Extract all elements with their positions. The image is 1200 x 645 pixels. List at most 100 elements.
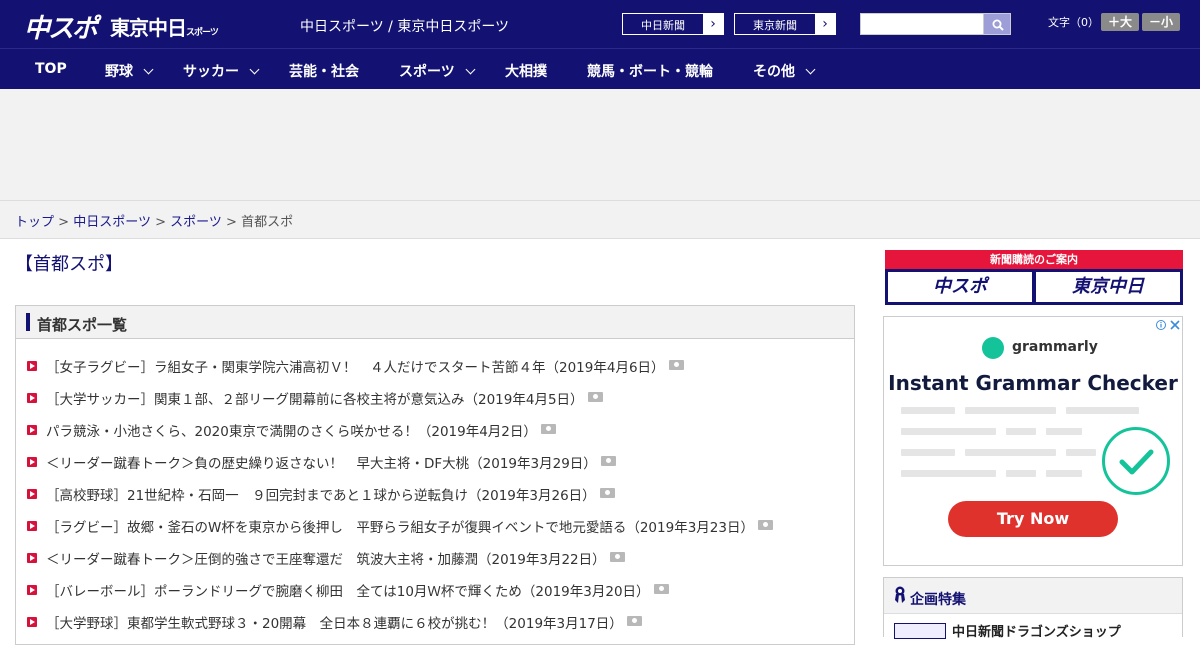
feature-box: 企画特集 中日新聞ドラゴンズショップ [883, 577, 1183, 640]
breadcrumb-current: 首都スポ [241, 215, 294, 230]
page-title: 【首都スポ】 [15, 254, 123, 275]
font-size-label: 文字（0） [1048, 16, 1099, 29]
nav-item-entertainment[interactable]: 芸能・社会 [289, 61, 359, 81]
placeholder-line [1006, 428, 1036, 435]
ad-banner-area [0, 89, 1200, 201]
placeholder-line [965, 449, 1056, 456]
arrow-bullet-icon [27, 521, 37, 531]
search-input[interactable] [860, 13, 984, 35]
top-header: 中スポ 東京中日スポーツ 中日スポーツ / 東京中日スポーツ 中日新聞 › 東京… [0, 0, 1200, 48]
camera-icon [599, 488, 615, 498]
placeholder-line [901, 428, 996, 435]
subscription-box: 新聞購読のご案内 中スポ 東京中日 [885, 250, 1183, 305]
subscribe-tokyo-chunichi-button[interactable]: 東京中日 [1036, 272, 1180, 302]
placeholder-line [901, 407, 955, 414]
breadcrumb-separator: > [155, 215, 166, 230]
camera-icon [653, 584, 669, 594]
tokyo-chunichi-logo-text: 東京中日 [110, 16, 187, 40]
nav-item-label: サッカー [183, 64, 239, 80]
camera-icon [668, 360, 684, 370]
search-button[interactable] [983, 13, 1011, 35]
arrow-bullet-icon [27, 457, 37, 467]
article-link[interactable]: ［大学サッカー］関東１部、２部リーグ開幕前に各校主将が意気込み（2019年4月5… [46, 392, 584, 408]
ad-cta-button[interactable]: Try Now [948, 501, 1118, 537]
article-link[interactable]: ［女子ラグビー］ラ組女子・関東学院六浦高初Ｖ！ ４人だけでスタート苦節４年（20… [46, 360, 665, 376]
feature-item-label: 中日新聞ドラゴンズショップ [952, 625, 1121, 640]
nav-item-soccer[interactable]: サッカー [183, 61, 260, 81]
arrow-bullet-icon [27, 617, 37, 627]
nav-item-other[interactable]: その他 [753, 61, 816, 81]
placeholder-line [901, 449, 955, 456]
nav-item-top[interactable]: TOP [35, 61, 67, 77]
chevron-right-icon: › [703, 14, 723, 34]
font-smaller-button[interactable]: －小 [1142, 13, 1180, 31]
camera-icon [540, 424, 556, 434]
placeholder-line [1066, 449, 1096, 456]
list-item[interactable]: ［大学野球］東都学生軟式野球３・20開幕 全日本８連覇に６校が挑む！（2019年… [16, 612, 854, 644]
heading-bar [26, 313, 30, 331]
arrow-bullet-icon [27, 393, 37, 403]
breadcrumb: トップ > 中日スポーツ > スポーツ > 首都スポ [15, 211, 293, 230]
breadcrumb-link-top[interactable]: トップ [15, 215, 54, 230]
article-link[interactable]: ＜リーダー蹴春トーク＞負の歴史繰り返さない！ 早大主将・DF大桃（2019年3月… [46, 456, 597, 472]
ribbon-icon [895, 586, 905, 603]
breadcrumb-separator: > [226, 215, 237, 230]
breadcrumb-bar: トップ > 中日スポーツ > スポーツ > 首都スポ [0, 201, 1200, 239]
nav-item-racing[interactable]: 競馬・ボート・競輪 [587, 61, 713, 81]
advertisement[interactable]: grammarly Instant Grammar Checker Try No… [883, 316, 1183, 566]
camera-icon [757, 520, 773, 530]
article-link[interactable]: パラ競泳・小池さくら、2020東京で満開のさくら咲かせる！（2019年4月2日） [46, 424, 537, 440]
main-nav: TOP 野球 サッカー 芸能・社会 スポーツ 大相撲 競馬・ボート・競輪 その他 [0, 48, 1200, 89]
subscription-heading: 新聞購読のご案内 [885, 250, 1183, 269]
checkmark-icon [1102, 427, 1170, 495]
article-link[interactable]: ［高校野球］21世紀枠・石岡一 ９回完封まであと１球から逆転負け（2019年3月… [46, 488, 596, 504]
ad-headline: Instant Grammar Checker [888, 371, 1178, 395]
ad-choices-icon[interactable] [1156, 319, 1180, 331]
nav-item-baseball[interactable]: 野球 [105, 61, 154, 81]
list-item[interactable]: ［バレーボール］ポーランドリーグで腕磨く柳田 全ては10月Ｗ杯で輝くため（201… [16, 580, 854, 612]
feature-title: 企画特集 [910, 592, 966, 608]
breadcrumb-link-sports[interactable]: スポーツ [170, 215, 222, 230]
nav-item-label: 大相撲 [505, 64, 547, 80]
nav-item-sumo[interactable]: 大相撲 [505, 61, 547, 81]
nav-item-label: その他 [753, 64, 795, 80]
article-list-title: 首都スポ一覧 [37, 316, 128, 334]
list-item[interactable]: パラ競泳・小池さくら、2020東京で満開のさくら咲かせる！（2019年4月2日） [16, 420, 854, 452]
camera-icon [600, 456, 616, 466]
camera-icon [609, 552, 625, 562]
breadcrumb-link-chunichi-sports[interactable]: 中日スポーツ [73, 215, 151, 230]
chevron-right-icon: › [815, 14, 835, 34]
article-link[interactable]: ＜リーダー蹴春トーク＞圧倒的強さで王座奪還だ 筑波大主将・加藤潤（2019年3月… [46, 552, 606, 568]
chevron-down-icon [249, 64, 260, 75]
placeholder-line [1046, 470, 1082, 477]
camera-icon [626, 616, 642, 626]
camera-icon [587, 392, 603, 402]
list-item[interactable]: ＜リーダー蹴春トーク＞負の歴史繰り返さない！ 早大主将・DF大桃（2019年3月… [16, 452, 854, 484]
article-link[interactable]: ［バレーボール］ポーランドリーグで腕磨く柳田 全ては10月Ｗ杯で輝くため（201… [46, 584, 650, 600]
article-link[interactable]: ［ラグビー］故郷・釜石のW杯を東京から後押し 平野らラ組女子が復興イベントで地元… [46, 520, 754, 536]
subscribe-chunichi-sports-button[interactable]: 中スポ [888, 272, 1032, 302]
list-item[interactable]: ［大学サッカー］関東１部、２部リーグ開幕前に各校主将が意気込み（2019年4月5… [16, 388, 854, 420]
placeholder-line [1066, 407, 1139, 414]
tokyo-chunichi-logo[interactable]: 東京中日スポーツ [110, 12, 219, 41]
arrow-bullet-icon [27, 553, 37, 563]
list-item[interactable]: ＜リーダー蹴春トーク＞圧倒的強さで王座奪還だ 筑波大主将・加藤潤（2019年3月… [16, 548, 854, 580]
list-item[interactable]: ［高校野球］21世紀枠・石岡一 ９回完封まであと１球から逆転負け（2019年3月… [16, 484, 854, 516]
nav-item-sports[interactable]: スポーツ [399, 61, 476, 81]
list-item[interactable]: ［ラグビー］故郷・釜石のW杯を東京から後押し 平野らラ組女子が復興イベントで地元… [16, 516, 854, 548]
grammarly-logo-icon [982, 337, 1004, 359]
paper-link-label: 中日新聞 [641, 19, 685, 32]
feature-item[interactable]: 中日新聞ドラゴンズショップ [884, 613, 1182, 640]
tokyo-chunichi-logo-sub: スポーツ [186, 28, 219, 38]
chevron-down-icon [143, 64, 154, 75]
chunichi-shimbun-link[interactable]: 中日新聞 › [622, 13, 724, 35]
arrow-bullet-icon [27, 425, 37, 435]
chunichi-sports-logo[interactable]: 中スポ [24, 8, 98, 45]
site-title: 中日スポーツ / 東京中日スポーツ [300, 19, 510, 35]
list-item[interactable]: ［女子ラグビー］ラ組女子・関東学院六浦高初Ｖ！ ４人だけでスタート苦節４年（20… [16, 356, 854, 388]
nav-item-label: 芸能・社会 [289, 64, 359, 80]
feature-thumbnail [894, 623, 946, 639]
font-larger-button[interactable]: ＋大 [1101, 13, 1139, 31]
tokyo-shimbun-link[interactable]: 東京新聞 › [734, 13, 836, 35]
checkmark-glyph [1119, 449, 1154, 475]
